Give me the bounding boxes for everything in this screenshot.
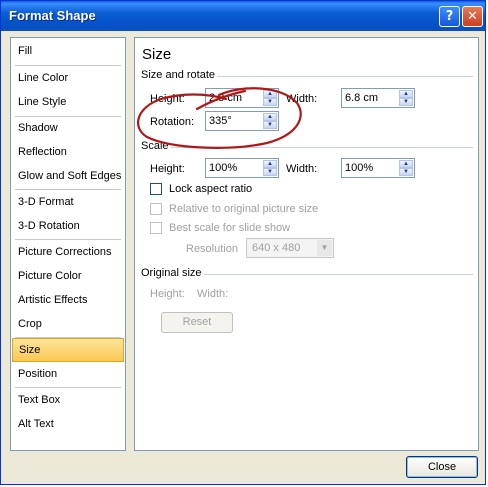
nav-item-glow-soft-edges[interactable]: Glow and Soft Edges — [11, 164, 125, 188]
close-button[interactable]: Close — [406, 456, 478, 478]
nav-item-position[interactable]: Position — [11, 362, 125, 386]
reset-button[interactable]: Reset — [161, 312, 233, 333]
height-value: 2.8 cm — [209, 92, 243, 104]
original-height-label: Height: — [150, 288, 185, 300]
section-divider — [204, 274, 473, 275]
relative-original-checkbox[interactable] — [150, 203, 162, 215]
lock-aspect-checkbox[interactable] — [150, 183, 162, 195]
scale-height-down-arrow-icon[interactable]: ▼ — [263, 168, 277, 176]
close-window-button[interactable]: ✕ — [462, 6, 483, 27]
height-up-arrow-icon[interactable]: ▲ — [263, 90, 277, 98]
rotation-up-arrow-icon[interactable]: ▲ — [263, 113, 277, 121]
height-label: Height: — [150, 93, 185, 105]
chevron-down-icon[interactable]: ▼ — [317, 240, 332, 256]
width-up-arrow-icon[interactable]: ▲ — [399, 90, 413, 98]
section-divider — [217, 76, 473, 77]
nav-item-fill[interactable]: Fill — [11, 39, 125, 63]
scale-height-label: Height: — [150, 163, 185, 175]
resolution-label: Resolution — [186, 243, 238, 255]
width-value: 6.8 cm — [345, 92, 379, 104]
section-scale: Scale — [141, 140, 169, 152]
scale-height-up-arrow-icon[interactable]: ▲ — [263, 160, 277, 168]
rotation-value: 335° — [209, 115, 232, 127]
nav-item-artistic-effects[interactable]: Artistic Effects — [11, 288, 125, 312]
width-down-arrow-icon[interactable]: ▼ — [399, 98, 413, 106]
nav-item-picture-color[interactable]: Picture Color — [11, 264, 125, 288]
nav-item-line-style[interactable]: Line Style — [11, 90, 125, 114]
resolution-dropdown[interactable]: 640 x 480 ▼ — [246, 238, 334, 258]
nav-item-crop[interactable]: Crop — [11, 312, 125, 336]
nav-item-shadow[interactable]: Shadow — [11, 116, 125, 140]
rotation-label: Rotation: — [150, 116, 195, 128]
nav-item-3d-format[interactable]: 3-D Format — [11, 190, 125, 214]
scale-height-spinner[interactable]: 100% ▲ ▼ — [205, 158, 279, 178]
rotation-down-arrow-icon[interactable]: ▼ — [263, 121, 277, 129]
scale-width-value: 100% — [345, 162, 374, 174]
height-down-arrow-icon[interactable]: ▼ — [263, 98, 277, 106]
nav-item-size[interactable]: Size — [12, 338, 124, 362]
help-icon: ? — [445, 9, 454, 24]
original-width-label: Width: — [197, 288, 229, 300]
height-spinner[interactable]: 2.8 cm ▲ ▼ — [205, 88, 279, 108]
nav-item-picture-corrections[interactable]: Picture Corrections — [11, 240, 125, 264]
close-icon: ✕ — [467, 9, 478, 24]
relative-original-label[interactable]: Relative to original picture size — [169, 203, 318, 215]
scale-width-label: Width: — [286, 163, 318, 175]
title-bar[interactable]: Format Shape ? ✕ — [1, 1, 485, 31]
category-list: Fill Line Color Line Style Shadow Reflec… — [10, 37, 126, 451]
scale-width-up-arrow-icon[interactable]: ▲ — [399, 160, 413, 168]
section-original-size: Original size — [141, 267, 202, 279]
resolution-value: 640 x 480 — [252, 242, 301, 254]
dialog-title: Format Shape — [9, 8, 96, 23]
nav-item-3d-rotation[interactable]: 3-D Rotation — [11, 214, 125, 238]
lock-aspect-label[interactable]: Lock aspect ratio — [169, 183, 252, 195]
nav-item-reflection[interactable]: Reflection — [11, 140, 125, 164]
section-size-rotate: Size and rotate — [141, 69, 215, 81]
rotation-spinner[interactable]: 335° ▲ ▼ — [205, 111, 279, 131]
scale-width-spinner[interactable]: 100% ▲ ▼ — [341, 158, 415, 178]
help-button[interactable]: ? — [439, 6, 460, 27]
section-divider — [171, 147, 473, 148]
format-shape-dialog: Format Shape ? ✕ Fill Line Color Line St… — [0, 0, 486, 485]
panel-heading: Size — [142, 46, 172, 63]
width-spinner[interactable]: 6.8 cm ▲ ▼ — [341, 88, 415, 108]
nav-item-alt-text[interactable]: Alt Text — [11, 412, 125, 436]
nav-item-line-color[interactable]: Line Color — [11, 66, 125, 90]
best-scale-label[interactable]: Best scale for slide show — [169, 222, 290, 234]
scale-height-value: 100% — [209, 162, 238, 174]
size-settings-panel: Size Size and rotate Height: 2.8 cm ▲ ▼ W… — [134, 37, 479, 451]
width-label: Width: — [286, 93, 318, 105]
nav-item-text-box[interactable]: Text Box — [11, 388, 125, 412]
scale-width-down-arrow-icon[interactable]: ▼ — [399, 168, 413, 176]
best-scale-checkbox[interactable] — [150, 222, 162, 234]
